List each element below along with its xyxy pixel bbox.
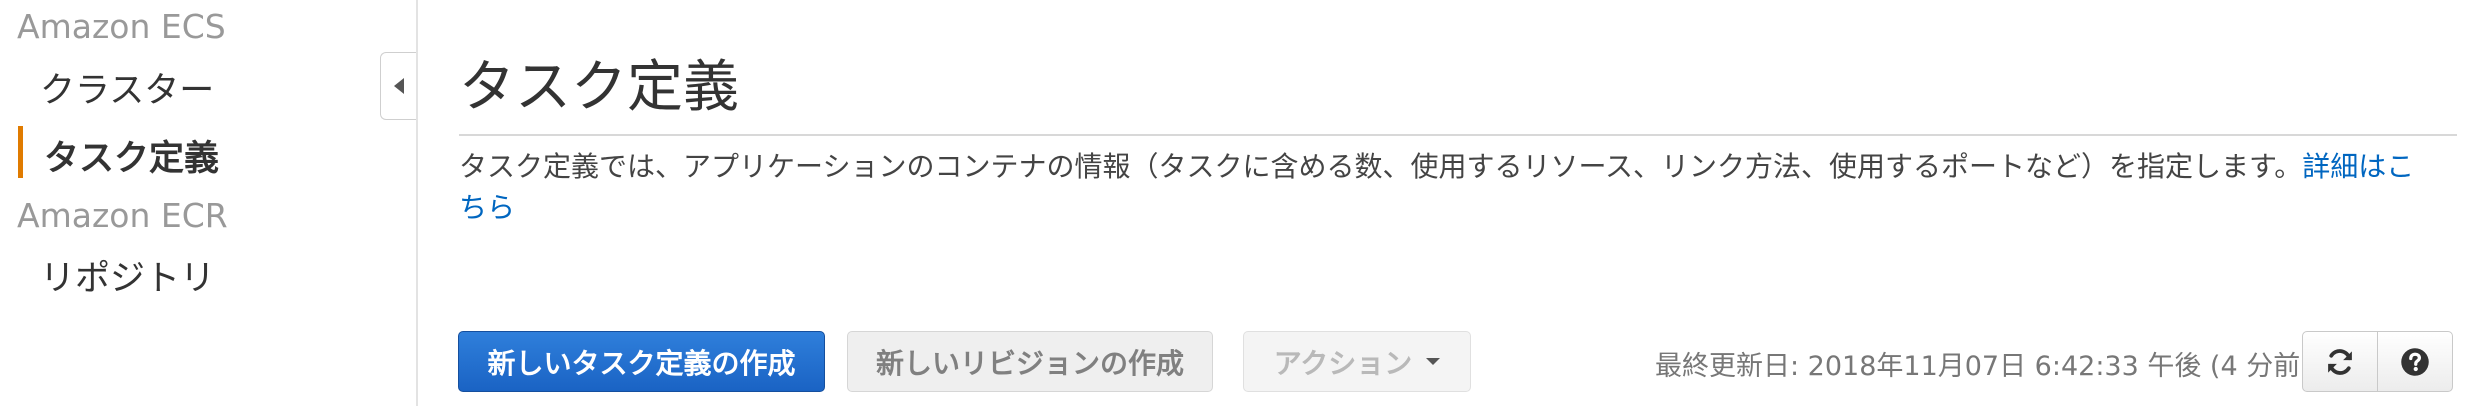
sidebar: Amazon ECS クラスター タスク定義 Amazon ECR リポジトリ bbox=[0, 0, 416, 406]
sidebar-item-task-definitions[interactable]: タスク定義 bbox=[44, 130, 219, 181]
help-icon bbox=[2401, 347, 2429, 376]
sidebar-divider bbox=[416, 0, 418, 406]
create-revision-button[interactable]: 新しいリビジョンの作成 bbox=[847, 331, 1213, 392]
actions-label: アクション bbox=[1273, 346, 1413, 380]
chevron-left-icon bbox=[393, 78, 404, 94]
caret-down-icon bbox=[1426, 358, 1441, 365]
title-divider bbox=[459, 134, 2457, 136]
create-revision-label: 新しいリビジョンの作成 bbox=[875, 346, 1184, 380]
sidebar-collapse-button[interactable] bbox=[380, 52, 416, 120]
help-button[interactable] bbox=[2377, 331, 2453, 392]
create-task-definition-label: 新しいタスク定義の作成 bbox=[487, 346, 796, 380]
description-text: タスク定義では、アプリケーションのコンテナの情報（タスクに含める数、使用するリソ… bbox=[459, 150, 2303, 183]
sidebar-section-ecs: Amazon ECS bbox=[17, 7, 226, 46]
actions-dropdown[interactable]: アクション bbox=[1243, 331, 1471, 392]
refresh-icon bbox=[2328, 348, 2352, 375]
page-title: タスク定義 bbox=[459, 55, 739, 120]
sidebar-item-repositories[interactable]: リポジトリ bbox=[40, 250, 215, 301]
create-task-definition-button[interactable]: 新しいタスク定義の作成 bbox=[458, 331, 825, 392]
active-indicator bbox=[18, 126, 23, 178]
page-description: タスク定義では、アプリケーションのコンテナの情報（タスクに含める数、使用するリソ… bbox=[459, 146, 2419, 228]
sidebar-item-clusters[interactable]: クラスター bbox=[40, 62, 214, 113]
refresh-button[interactable] bbox=[2302, 331, 2378, 392]
sidebar-section-ecr: Amazon ECR bbox=[17, 196, 228, 235]
last-updated-text: 最終更新日: 2018年11月07日 6:42:33 午後 (4 分前) bbox=[1655, 351, 2311, 382]
